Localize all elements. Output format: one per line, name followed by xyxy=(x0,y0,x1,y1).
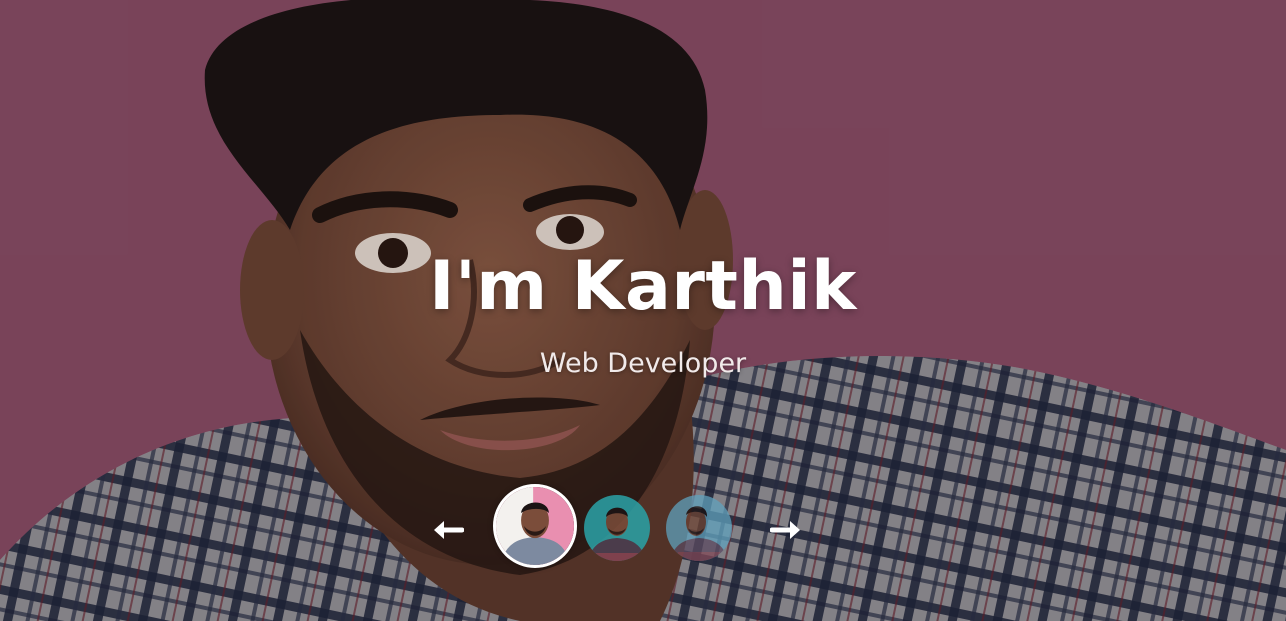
profile-photo-3-image xyxy=(666,495,732,561)
carousel-thumbnail-1[interactable] xyxy=(493,484,577,568)
photo-carousel xyxy=(0,484,1286,574)
arrow-right-icon[interactable] xyxy=(770,519,802,541)
hero-headline: I'm Karthik xyxy=(429,247,857,326)
hero-section: I'm Karthik Web Developer xyxy=(0,0,1286,621)
hero-subtitle: Web Developer xyxy=(539,348,747,379)
carousel-thumbnail-3[interactable] xyxy=(666,495,732,561)
carousel-thumbnail-2[interactable] xyxy=(584,495,650,561)
profile-photo-2-image xyxy=(584,495,650,561)
arrow-left-icon[interactable] xyxy=(432,519,464,541)
profile-photo-1-image xyxy=(496,487,574,565)
